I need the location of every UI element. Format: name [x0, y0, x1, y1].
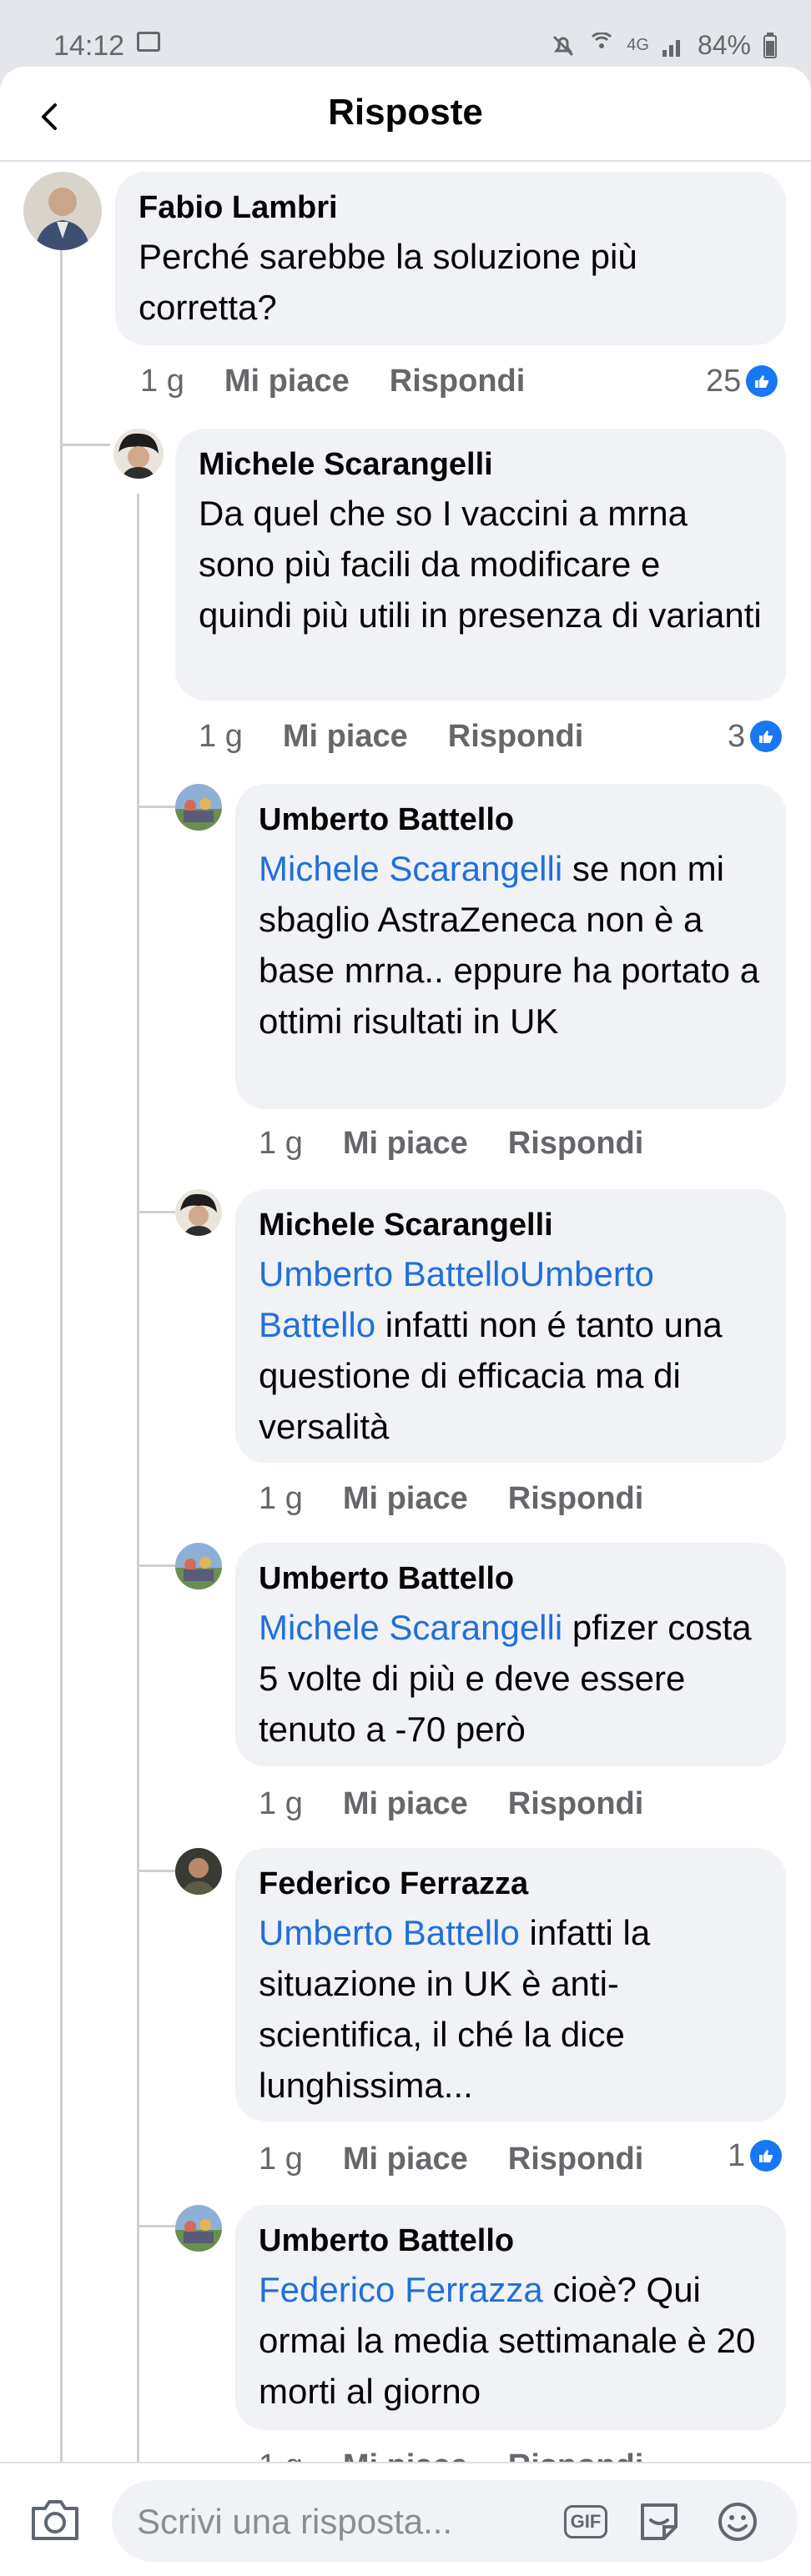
- reply-input-container[interactable]: GIF: [112, 2480, 798, 2562]
- thread-branch-4: [137, 1564, 175, 1567]
- like-count: 1: [728, 2137, 746, 2173]
- reply-composer: GIF: [0, 2462, 811, 2576]
- mention-link[interactable]: Umberto Battello: [259, 1913, 520, 1952]
- comment-time: 1 g: [199, 718, 243, 754]
- emoji-icon: [718, 2503, 757, 2541]
- avatar[interactable]: [175, 1189, 222, 1236]
- reply-button[interactable]: Rispondi: [508, 2142, 644, 2177]
- comment-bubble: Federico Ferrazza Umberto Battello infat…: [235, 1848, 786, 2122]
- avatar[interactable]: [23, 172, 102, 250]
- comment-time: 1 g: [259, 2141, 303, 2177]
- like-button[interactable]: Mi piace: [343, 2142, 468, 2177]
- comment-actions: 1 g Mi piace Rispondi: [259, 1783, 643, 1825]
- gif-icon: GIF: [564, 2505, 607, 2538]
- comment-text: Michele Scarangelli se non mi sbaglio As…: [259, 849, 760, 1041]
- network-type: 4G: [627, 36, 649, 54]
- like-thumb-icon: [746, 365, 778, 397]
- gif-button[interactable]: GIF: [562, 2500, 609, 2543]
- like-button[interactable]: Mi piace: [343, 1786, 468, 1822]
- comment-author[interactable]: Federico Ferrazza: [259, 1866, 763, 1902]
- thread-branch-6: [137, 2225, 175, 2227]
- header: Risposte: [0, 67, 811, 163]
- header-divider: [0, 160, 811, 162]
- comment-bubble: Michele Scarangelli Da quel che so I vac…: [175, 429, 786, 700]
- hotspot-icon: [592, 32, 612, 48]
- reply-button[interactable]: Rispondi: [508, 1126, 644, 1162]
- like-count: 3: [728, 718, 746, 754]
- mention-link[interactable]: Federico Ferrazza: [259, 2270, 543, 2309]
- thread-branch-3: [137, 1211, 175, 1213]
- status-icons: 4G 84%: [550, 30, 778, 61]
- like-button[interactable]: Mi piace: [283, 719, 408, 755]
- like-thumb-icon: [750, 2140, 783, 2172]
- comment-time: 1 g: [259, 1785, 303, 1821]
- comment-actions: 1 g Mi piace Rispondi: [199, 716, 583, 757]
- avatar[interactable]: [175, 784, 222, 831]
- thread-branch-5: [137, 1870, 175, 1872]
- camera-icon: [32, 2500, 78, 2540]
- comment-actions: 1 g Mi piace Rispondi: [259, 2138, 643, 2180]
- reply-button[interactable]: Rispondi: [508, 1786, 644, 1822]
- reply-button[interactable]: Rispondi: [448, 719, 584, 755]
- avatar[interactable]: [175, 2205, 222, 2252]
- comment-time: 1 g: [259, 1480, 303, 1516]
- comment-time: 1 g: [140, 363, 184, 399]
- avatar[interactable]: [175, 1543, 222, 1589]
- like-button[interactable]: Mi piace: [343, 1126, 468, 1162]
- avatar[interactable]: [113, 429, 164, 479]
- comment-text: Federico Ferrazza cioè? Qui ormai la med…: [259, 2270, 756, 2411]
- signal-icon: [662, 39, 680, 57]
- comment-actions: 1 g Mi piace Rispondi: [140, 360, 525, 402]
- comment-time: 1 g: [259, 1125, 303, 1161]
- avatar[interactable]: [175, 1848, 222, 1895]
- reply-button[interactable]: Rispondi: [390, 364, 526, 399]
- reaction-count[interactable]: 1: [728, 2135, 783, 2177]
- reaction-count[interactable]: 3: [728, 716, 783, 757]
- comment-bubble: Umberto Battello Michele Scarangelli se …: [235, 784, 786, 1109]
- comment-author[interactable]: Michele Scarangelli: [259, 1208, 763, 1243]
- comment-actions: 1 g Mi piace Rispondi: [259, 1122, 643, 1164]
- comment-author[interactable]: Michele Scarangelli: [199, 447, 763, 483]
- comment-bubble: Michele Scarangelli Umberto BattelloUmbe…: [235, 1189, 786, 1463]
- like-button[interactable]: Mi piace: [224, 364, 350, 399]
- like-count: 25: [706, 363, 742, 399]
- reply-button[interactable]: Rispondi: [508, 1481, 644, 1517]
- mention-link[interactable]: Michele Scarangelli: [259, 849, 562, 888]
- comment-author[interactable]: Umberto Battello: [259, 802, 763, 838]
- comment-bubble: Fabio Lambri Perché sarebbe la soluzione…: [115, 172, 786, 345]
- comment-author[interactable]: Umberto Battello: [259, 2223, 763, 2259]
- reaction-count[interactable]: 25: [706, 360, 778, 402]
- comment-text: Perché sarebbe la soluzione più corretta…: [139, 237, 637, 327]
- comment-text: Umberto Battello infatti la situazione i…: [259, 1913, 651, 2105]
- mention-link[interactable]: Michele Scarangelli: [259, 1608, 562, 1647]
- comment-text: Da quel che so I vaccini a mrna sono più…: [199, 494, 762, 635]
- thread-line-nested: [137, 494, 139, 2462]
- status-time: 14:12: [53, 30, 125, 62]
- thread-branch-2: [137, 806, 175, 808]
- page-title: Risposte: [328, 92, 483, 133]
- comment-actions: 1 g Mi piace Rispondi: [259, 1478, 643, 1519]
- comment-author[interactable]: Umberto Battello: [259, 1561, 763, 1597]
- battery-icon: [763, 32, 777, 58]
- comment-bubble: Umberto Battello Federico Ferrazza cioè?…: [235, 2205, 786, 2430]
- camera-button[interactable]: [28, 2497, 82, 2543]
- mute-icon: [553, 35, 574, 56]
- sticker-button[interactable]: [636, 2500, 683, 2543]
- reply-input[interactable]: [135, 2497, 556, 2547]
- emoji-button[interactable]: [714, 2500, 761, 2543]
- comment-text: Umberto BattelloUmberto Battello infatti…: [259, 1254, 723, 1446]
- thread-branch-1: [60, 444, 110, 446]
- comment-author[interactable]: Fabio Lambri: [139, 190, 763, 226]
- gallery-notification-icon: [137, 32, 160, 52]
- battery-level: 84%: [697, 30, 751, 60]
- like-button[interactable]: Mi piace: [343, 1481, 468, 1517]
- thread-line-root: [60, 250, 63, 2462]
- comment-bubble: Umberto Battello Michele Scarangelli pfi…: [235, 1543, 786, 1766]
- sticker-icon: [641, 2503, 678, 2540]
- comment-text: Michele Scarangelli pfizer costa 5 volte…: [259, 1608, 752, 1749]
- like-thumb-icon: [750, 721, 783, 752]
